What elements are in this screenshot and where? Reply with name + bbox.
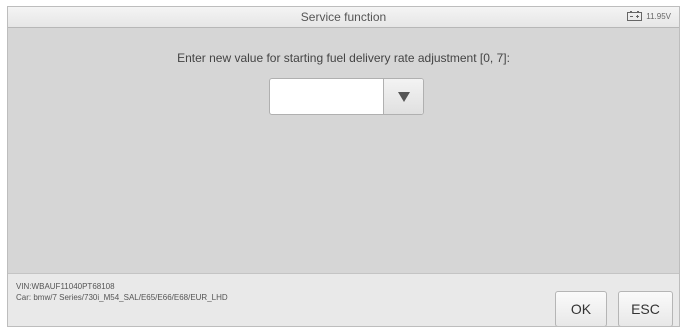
title-bar: Service function 11.95V bbox=[8, 7, 679, 28]
value-prompt: Enter new value for starting fuel delive… bbox=[177, 51, 510, 65]
ok-button[interactable]: OK bbox=[555, 291, 607, 326]
battery-voltage: 11.95V bbox=[646, 11, 671, 21]
footer-bar: VIN:WBAUF11040PT68108 Car: bmw/7 Series/… bbox=[8, 273, 679, 326]
triangle-down-icon bbox=[397, 91, 410, 102]
page-title: Service function bbox=[300, 10, 387, 24]
esc-button[interactable]: ESC bbox=[618, 291, 673, 326]
vin-text: VIN:WBAUF11040PT68108 bbox=[16, 282, 115, 291]
dropdown-button[interactable] bbox=[383, 79, 423, 114]
value-dropdown[interactable] bbox=[269, 78, 424, 115]
dropdown-value[interactable] bbox=[270, 79, 383, 114]
battery-status: 11.95V bbox=[627, 11, 671, 21]
car-info-text: Car: bmw/7 Series/730i_M54_SAL/E65/E66/E… bbox=[16, 293, 228, 302]
battery-icon bbox=[627, 11, 643, 21]
main-content: Enter new value for starting fuel delive… bbox=[8, 28, 679, 273]
app-window: Service function 11.95V Enter new value … bbox=[7, 6, 680, 327]
